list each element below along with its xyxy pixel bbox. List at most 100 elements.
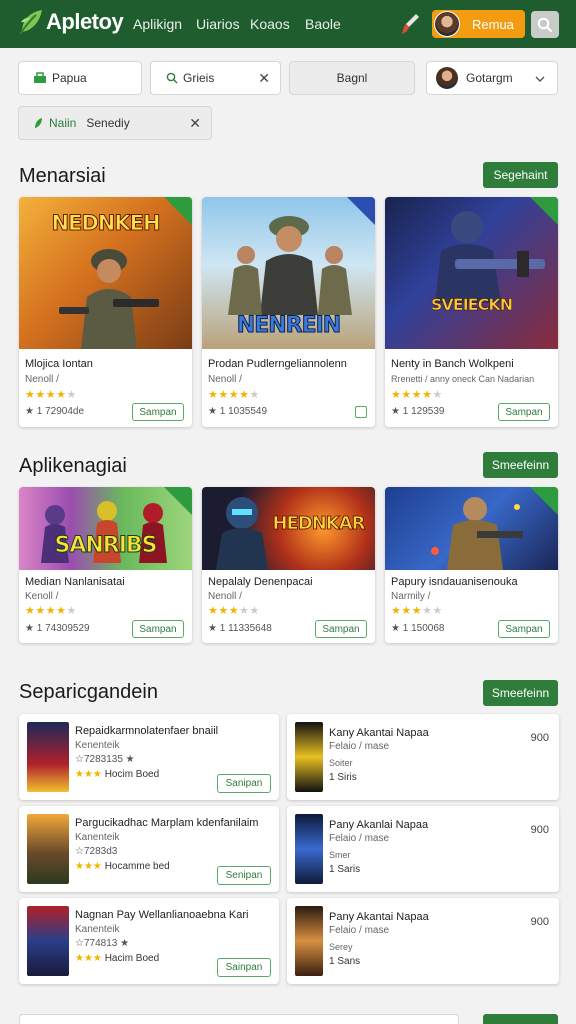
section-see-all-button[interactable]: Smeefeinn xyxy=(483,452,558,478)
game-title: Prodan Pudlerngeliannolenn xyxy=(208,358,347,370)
card-action-button[interactable]: Sampan xyxy=(315,620,367,638)
item-action-button[interactable]: Sanipan xyxy=(217,774,271,793)
filter-chip-grieis[interactable]: Grieis ✕ xyxy=(150,61,281,95)
rating-stars: ★★★★★ xyxy=(208,605,260,617)
badge-corner xyxy=(347,197,375,225)
section-see-all-button[interactable]: Segehaint xyxy=(483,162,558,188)
list-item[interactable]: Pargucikadhac Marplam kdenfanilaim Kanen… xyxy=(19,806,279,892)
filter-value: Senediy xyxy=(86,116,130,130)
nav-item-3[interactable]: Koaos xyxy=(250,16,290,32)
download-count: ★ 1 74309529 xyxy=(25,623,90,634)
download-count: ★ 1 72904de xyxy=(25,406,85,417)
soldiers-figure xyxy=(228,216,352,315)
section-title: Separicgandein xyxy=(19,681,158,703)
chevron-down-icon xyxy=(535,76,545,82)
game-card[interactable]: NEDNKEH Mlojica Iontan Nenoll / ★★★★★ ★ … xyxy=(19,197,192,427)
item-title: Nagnan Pay Wellanlianoaebna Kari xyxy=(75,909,249,921)
game-card[interactable]: NENREIN Prodan Pudlerngeliannolenn Nenol… xyxy=(202,197,375,427)
card-action-button[interactable]: Sampan xyxy=(132,620,184,638)
user-name: Remua xyxy=(472,16,514,32)
nav-item-2[interactable]: Uiarios xyxy=(196,16,240,32)
item-subtitle: Kanenteik xyxy=(75,924,120,935)
app-name: Apletoy xyxy=(46,9,124,34)
list-item[interactable]: Kany Akantai Napaa Felaio / mase Soiter … xyxy=(287,714,559,800)
filter-chip-papua[interactable]: Papua xyxy=(18,61,142,95)
item-subtitle: Kenenteik xyxy=(75,740,120,751)
close-icon[interactable]: ✕ xyxy=(189,115,201,132)
item-meta: ☆7283d3 xyxy=(75,846,118,857)
item-info: Soiter xyxy=(329,758,353,768)
cover-title: NENREIN xyxy=(236,313,341,339)
game-card[interactable]: SVEIECKN Nenty in Banch Wolkpeni Rrenett… xyxy=(385,197,558,427)
item-rating: ★★★ Hacim Boed xyxy=(75,953,160,964)
close-icon[interactable]: ✕ xyxy=(258,70,270,87)
game-subtitle: Kenoll / xyxy=(25,591,59,602)
game-card[interactable]: HEDNKAR Nepalaly Denenpacai Nenoll / ★★★… xyxy=(202,487,375,643)
game-title: Mlojica Iontan xyxy=(25,358,93,370)
item-title: Repaidkarmnolatenfaer bnaiil xyxy=(75,725,219,737)
item-info: Smer xyxy=(329,850,351,860)
card-action-button[interactable]: Sampan xyxy=(132,403,184,421)
card-action-button[interactable]: Sampan xyxy=(498,403,550,421)
brush-icon[interactable] xyxy=(400,12,420,36)
search-icon xyxy=(166,72,178,84)
item-subtitle: Felaio / mase xyxy=(329,741,390,752)
item-action-button[interactable]: Sainpan xyxy=(217,958,271,977)
armored-soldier-figure xyxy=(435,211,545,303)
section-see-all-button[interactable]: Smeefeinn xyxy=(483,680,558,706)
game-thumbnail xyxy=(27,722,69,792)
download-count: ★ 1 150068 xyxy=(391,623,445,634)
item-count: 1 Siris xyxy=(329,772,357,783)
rating-stars: ★★★★★ xyxy=(391,389,443,401)
list-item[interactable]: Pany Akantai Napaa Felaio / mase Serey 1… xyxy=(287,898,559,984)
item-action-button[interactable]: Senipan xyxy=(217,866,271,885)
bottom-button[interactable] xyxy=(483,1014,558,1024)
filter-chip-naiin[interactable]: Naiin Senediy ✕ xyxy=(18,106,212,140)
cover-title: HEDNKAR xyxy=(272,513,366,535)
user-menu-button[interactable]: Remua xyxy=(432,10,525,38)
nav-item-1[interactable]: Aplikign xyxy=(133,16,182,32)
game-title: Papury isndauanisenouka xyxy=(391,576,518,588)
filter-chip-bagnl[interactable]: Bagnl xyxy=(289,61,415,95)
list-item[interactable]: Pany Akanlai Napaa Felaio / mase Smer 1 … xyxy=(287,806,559,892)
rating-stars: ★★★★★ xyxy=(25,605,77,617)
search-button[interactable] xyxy=(531,11,559,38)
bottom-input[interactable] xyxy=(19,1014,459,1024)
game-thumbnail xyxy=(295,814,323,884)
card-action-button[interactable]: Sampan xyxy=(498,620,550,638)
space-soldier-figure xyxy=(431,497,523,570)
game-subtitle: Nenoll / xyxy=(208,591,242,602)
game-cover xyxy=(385,487,558,570)
item-title: Pargucikadhac Marplam kdenfanilaim xyxy=(75,817,259,829)
search-icon xyxy=(537,17,553,32)
bookmark-icon[interactable] xyxy=(355,406,367,418)
list-item[interactable]: Nagnan Pay Wellanlianoaebna Kari Kanente… xyxy=(19,898,279,984)
badge-corner xyxy=(164,487,192,515)
avatar xyxy=(436,67,458,89)
item-subtitle: Felaio / mase xyxy=(329,925,390,936)
filter-label: Grieis xyxy=(183,71,215,85)
game-card[interactable]: SANRIBS Median Nanlanisatai Kenoll / ★★★… xyxy=(19,487,192,643)
filter-label: Papua xyxy=(52,71,87,85)
item-subtitle: Kanenteik xyxy=(75,832,120,843)
game-title: Nepalaly Denenpacai xyxy=(208,576,313,588)
section-title: Menarsiai xyxy=(19,165,106,187)
download-count: ★ 1 1035549 xyxy=(208,406,268,417)
item-meta: ☆7283135 ★ xyxy=(75,754,135,765)
badge-corner xyxy=(530,197,558,225)
nav-item-4[interactable]: Baole xyxy=(305,16,341,32)
game-card[interactable]: Papury isndauanisenouka Narmily / ★★★★★ … xyxy=(385,487,558,643)
game-subtitle: Rrenetti / anny oneck Can Nadarian xyxy=(391,374,535,384)
filter-label: Bagnl xyxy=(336,71,368,85)
item-price: 900 xyxy=(530,916,549,928)
item-info: Serey xyxy=(329,942,353,952)
filter-dropdown-gotargm[interactable]: Gotargm xyxy=(426,61,558,95)
game-thumbnail xyxy=(27,906,69,976)
app-logo[interactable]: Apletoy xyxy=(18,8,124,36)
item-rating: ★★★ Hocamme bed xyxy=(75,861,170,872)
item-title: Kany Akantai Napaa xyxy=(329,727,429,739)
item-price: 900 xyxy=(530,824,549,836)
item-count: 1 Sans xyxy=(329,956,361,967)
list-item[interactable]: Repaidkarmnolatenfaer bnaiil Kenenteik ☆… xyxy=(19,714,279,800)
cover-title: SVEIECKN xyxy=(430,295,514,314)
